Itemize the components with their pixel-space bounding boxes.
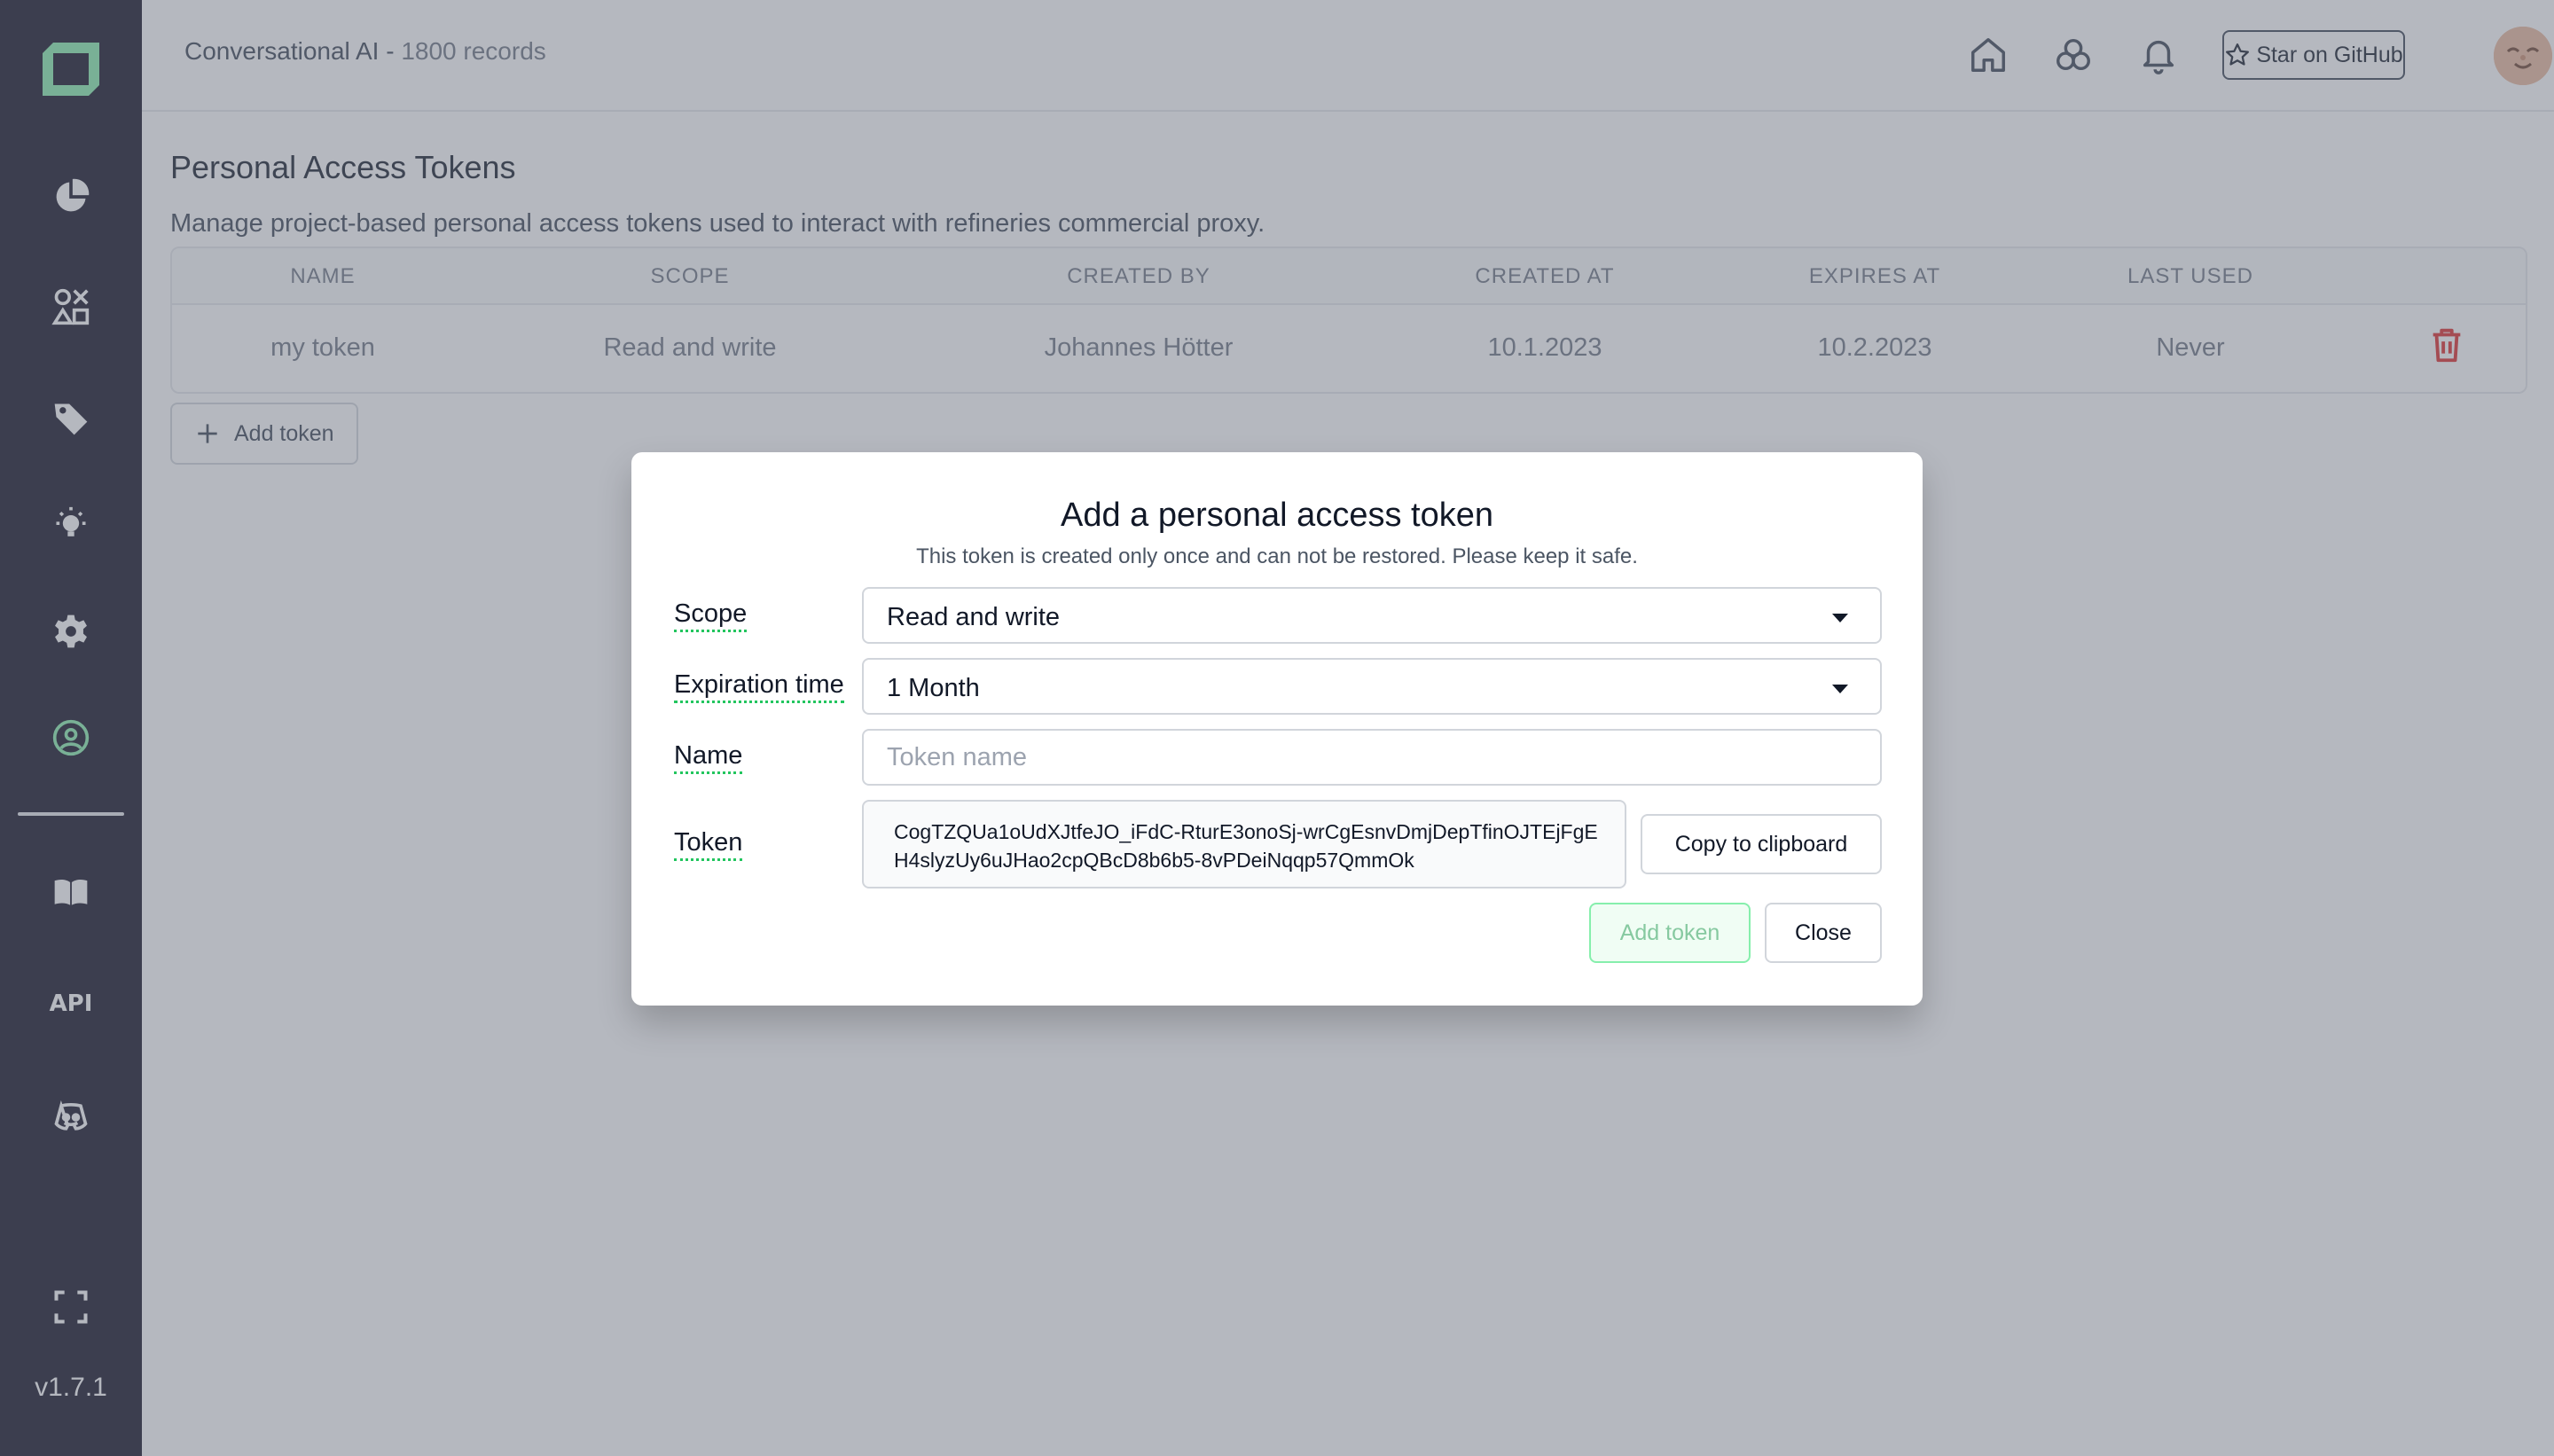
scope-select[interactable]: Read and write	[862, 587, 1882, 644]
close-button[interactable]: Close	[1765, 903, 1882, 963]
name-label: Name	[674, 740, 743, 774]
chevron-down-icon	[1832, 685, 1848, 693]
scope-value: Read and write	[887, 603, 1061, 631]
token-label: Token	[674, 826, 743, 861]
expiration-select[interactable]: 1 Month	[862, 658, 1882, 715]
expiration-value: 1 Month	[887, 674, 980, 702]
add-token-submit-button[interactable]: Add token	[1589, 903, 1751, 963]
chevron-down-icon	[1832, 614, 1848, 622]
add-token-modal: Add a personal access token This token i…	[631, 452, 1923, 1006]
modal-title: Add a personal access token	[1061, 497, 1493, 534]
token-value: CogTZQUa1oUdXJtfeJO_iFdC-RturE3onoSj-wrC…	[862, 800, 1626, 888]
token-name-input[interactable]	[862, 729, 1882, 786]
expiration-label: Expiration time	[674, 669, 844, 703]
modal-subtitle: This token is created only once and can …	[916, 544, 1638, 568]
copy-to-clipboard-button[interactable]: Copy to clipboard	[1641, 814, 1882, 874]
scope-label: Scope	[674, 598, 748, 632]
